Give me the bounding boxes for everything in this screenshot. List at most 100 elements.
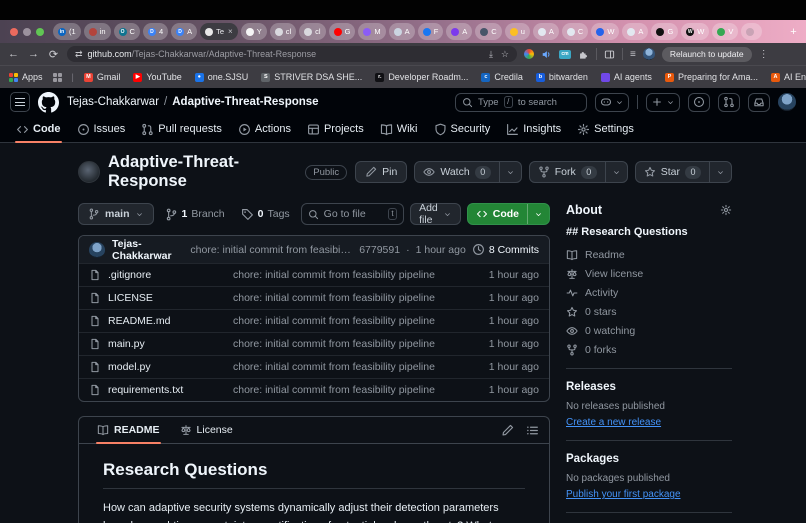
watch-dropdown[interactable] [498, 162, 521, 182]
file-name[interactable]: README.md [108, 315, 226, 327]
browser-tab[interactable]: Te × [200, 23, 238, 40]
file-name[interactable]: LICENSE [108, 292, 226, 304]
bookmark-item[interactable]: b bitwarden [535, 72, 588, 82]
repo-nav-tab[interactable]: Issues [69, 116, 134, 142]
go-to-file-input[interactable]: Go to file t [300, 203, 405, 225]
address-bar[interactable]: ⇄ github.com/Tejas-Chakkarwar/Adaptive-T… [67, 46, 517, 62]
outline-list-icon[interactable] [526, 424, 539, 437]
breadcrumb-repo[interactable]: Adaptive-Threat-Response [172, 96, 318, 108]
code-button[interactable]: Code [468, 204, 527, 224]
file-row[interactable]: main.py chore: initial commit from feasi… [79, 332, 549, 355]
user-avatar[interactable] [778, 93, 796, 111]
sidebar-link[interactable]: Readme [566, 249, 732, 261]
repo-nav-tab[interactable]: Actions [230, 116, 299, 142]
edit-pencil-icon[interactable] [501, 424, 514, 437]
sidebar-link[interactable]: 0 watching [566, 325, 732, 337]
browser-tab[interactable]: C × [475, 23, 502, 40]
branch-selector-button[interactable]: main [78, 203, 154, 225]
create-release-link[interactable]: Create a new release [566, 417, 661, 428]
audio-extension-icon[interactable] [541, 49, 552, 60]
bookmark-item[interactable]: r. Developer Roadm... [375, 72, 468, 82]
repo-owner-avatar[interactable] [78, 161, 100, 183]
tab-groups-icon[interactable] [52, 72, 62, 82]
bookmark-item[interactable]: M Gmail [83, 72, 120, 82]
browser-tab[interactable]: A × [622, 23, 649, 40]
browser-tab[interactable]: V × [712, 23, 739, 40]
browser-tab[interactable]: in (1 × [53, 23, 81, 40]
tab-readme[interactable]: README [89, 417, 168, 444]
browser-tab[interactable]: W × [591, 23, 620, 40]
sidebar-link[interactable]: 0 forks [566, 344, 732, 356]
browser-tab[interactable]: Y × [240, 23, 267, 40]
browser-tab[interactable]: D A × [171, 23, 198, 40]
browser-tab[interactable]: in × [83, 23, 111, 40]
browser-tab[interactable]: D 4 × [142, 23, 169, 40]
file-row[interactable]: requirements.txt chore: initial commit f… [79, 378, 549, 401]
forward-icon[interactable]: → [27, 48, 40, 60]
code-dropdown[interactable] [527, 204, 549, 224]
file-name[interactable]: .gitignore [108, 269, 226, 281]
releases-title[interactable]: Releases [566, 381, 732, 393]
add-file-button[interactable]: Add file [411, 202, 460, 226]
bookmark-star-icon[interactable]: ☆ [501, 49, 509, 60]
file-row[interactable]: README.md chore: initial commit from fea… [79, 309, 549, 332]
apps-shortcut[interactable]: Apps [9, 72, 43, 82]
file-row[interactable]: model.py chore: initial commit from feas… [79, 355, 549, 378]
browser-tab[interactable]: A × [446, 23, 473, 40]
install-icon[interactable]: ⤓ [489, 49, 493, 60]
fork-dropdown[interactable] [604, 162, 627, 182]
file-commit-message[interactable]: chore: initial commit from feasibility p… [233, 269, 482, 281]
file-name[interactable]: model.py [108, 361, 226, 373]
bookmark-item[interactable]: ● one.SJSU [194, 72, 248, 82]
star-button[interactable]: Star 0 [636, 162, 709, 182]
side-panel-icon[interactable] [604, 49, 615, 60]
publish-package-link[interactable]: Publish your first package [566, 489, 681, 500]
commit-history-link[interactable]: 8 Commits [472, 243, 539, 256]
browser-tab[interactable]: F × [417, 23, 444, 40]
github-logo-icon[interactable] [38, 92, 59, 113]
commit-message[interactable]: chore: initial commit from feasibility p… [190, 244, 352, 256]
github-search-input[interactable]: Type / to search [455, 92, 587, 112]
file-name[interactable]: main.py [108, 338, 226, 350]
repo-nav-tab[interactable]: Wiki [372, 116, 426, 142]
sidebar-link[interactable]: Activity [566, 287, 732, 299]
bookmark-item[interactable]: AI agents [600, 72, 652, 82]
reload-icon[interactable]: ⟳ [47, 48, 60, 61]
repo-nav-tab[interactable]: Security [426, 116, 499, 142]
cm-extension-icon[interactable]: cm [559, 49, 571, 59]
browser-tab[interactable]: M × [358, 23, 386, 40]
watch-button[interactable]: Watch 0 [415, 162, 498, 182]
back-icon[interactable]: ← [7, 48, 20, 60]
global-nav-menu-button[interactable] [10, 92, 30, 112]
file-name[interactable]: requirements.txt [108, 384, 226, 396]
star-dropdown[interactable] [709, 162, 731, 182]
browser-tab[interactable]: × [741, 23, 763, 40]
browser-tab[interactable]: A × [388, 23, 415, 40]
commit-hash[interactable]: 6779591 [359, 244, 400, 256]
about-settings-gear-icon[interactable] [720, 204, 732, 216]
bookmark-item[interactable]: c Credila [481, 72, 523, 82]
file-commit-message[interactable]: chore: initial commit from feasibility p… [233, 315, 482, 327]
browser-tab[interactable]: cl × [269, 23, 297, 40]
window-controls[interactable] [10, 27, 44, 36]
branches-link[interactable]: 1 Branch [160, 208, 230, 221]
browser-tab[interactable]: C × [561, 23, 589, 40]
relaunch-to-update-button[interactable]: Relaunch to update [661, 46, 752, 62]
file-row[interactable]: LICENSE chore: initial commit from feasi… [79, 286, 549, 309]
zoom-window-button[interactable] [36, 27, 44, 36]
pin-button[interactable]: Pin [355, 161, 408, 183]
breadcrumb-owner[interactable]: Tejas-Chakkarwar [67, 96, 159, 108]
extensions-puzzle-icon[interactable] [578, 49, 589, 60]
browser-menu-kebab-icon[interactable]: ⋮ [759, 49, 769, 60]
file-commit-message[interactable]: chore: initial commit from feasibility p… [233, 384, 482, 396]
repo-nav-tab[interactable]: Code [8, 116, 69, 143]
browser-tab[interactable]: u × [504, 23, 530, 40]
browser-tab[interactable]: cl × [299, 23, 326, 40]
profile-menu-icon[interactable]: ≡ [630, 49, 636, 60]
inbox-button[interactable] [748, 92, 770, 112]
fork-button[interactable]: Fork 0 [530, 162, 605, 182]
file-commit-message[interactable]: chore: initial commit from feasibility p… [233, 361, 482, 373]
color-wheel-extension-icon[interactable] [524, 49, 534, 59]
new-tab-button[interactable]: + [786, 24, 801, 39]
browser-profile-avatar[interactable] [642, 48, 655, 60]
